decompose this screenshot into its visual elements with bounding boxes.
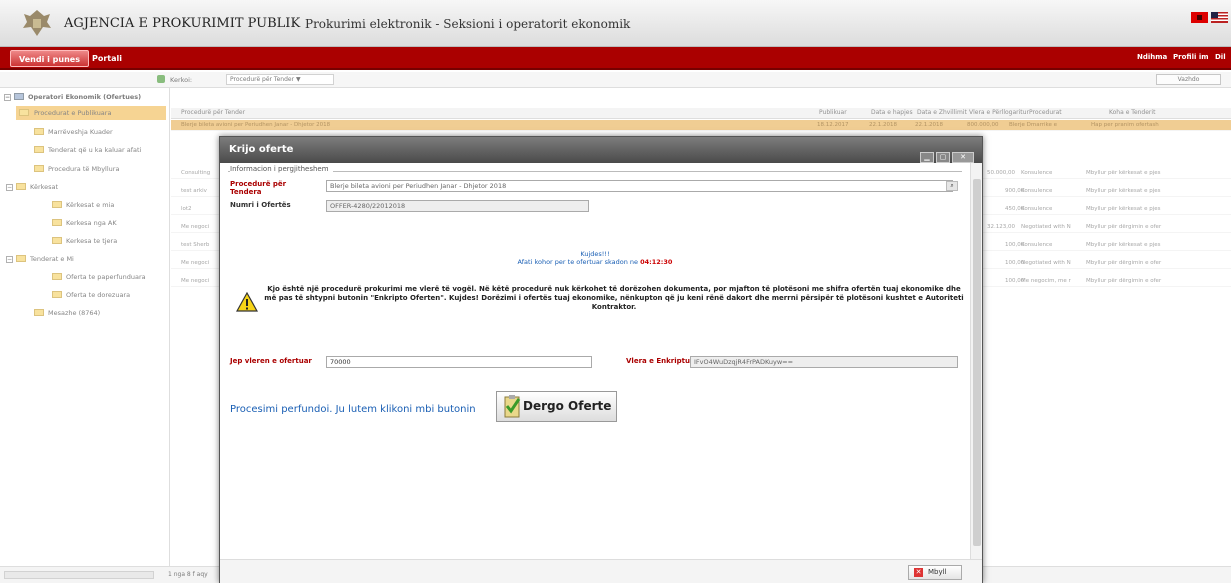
offer-value-label: Jep vleren e ofertuar <box>230 357 312 365</box>
general-info-section: Informacion i pergjitheshem Procedurë pë… <box>228 165 964 559</box>
close-label: Mbyll <box>928 568 947 576</box>
dialog-scrollbar[interactable] <box>970 163 982 559</box>
dialog-footer: ✕ Mbyll <box>220 559 982 583</box>
offer-value-input[interactable]: 70000 <box>326 356 592 368</box>
scroll-thumb[interactable] <box>973 179 981 546</box>
warning-icon <box>236 292 258 312</box>
close-button[interactable]: ✕ Mbyll <box>908 565 962 580</box>
tab-portali[interactable]: Portali <box>84 50 130 67</box>
logout-link[interactable]: Dil <box>1215 53 1226 61</box>
notice-text: Kjo është një procedurë prokurimi me vle… <box>264 285 964 311</box>
procedure-label: Procedurë për Tendera <box>230 180 287 196</box>
minimize-icon[interactable]: ▁ <box>920 152 934 163</box>
deadline-line: Afati kohor per te ofertuar skadon ne 04… <box>228 258 962 266</box>
dialog-title: Krijo oferte <box>229 144 294 155</box>
agency-title: AGJENCIA E PROKURIMIT PUBLIK <box>64 16 301 31</box>
app-header: AGJENCIA E PROKURIMIT PUBLIK Prokurimi e… <box>0 0 1231 47</box>
main-navbar: Vendi i punes Portali Ndihma Profili im … <box>0 47 1231 70</box>
maximize-icon[interactable]: ▢ <box>936 152 950 163</box>
process-text: Procesimi perfundoi. Ju lutem klikoni mb… <box>230 404 476 415</box>
english-flag-icon[interactable] <box>1211 12 1228 23</box>
deadline-time: 04:12:30 <box>640 258 673 266</box>
profile-link[interactable]: Profili im <box>1173 53 1209 61</box>
session-title: Prokurimi elektronik - Seksioni i operat… <box>305 17 631 31</box>
procedure-field[interactable]: Blerje bileta avioni per Periudhen Janar… <box>326 180 953 192</box>
dialog-body: Informacion i pergjitheshem Procedurë pë… <box>220 163 982 559</box>
warning-title: Kujdes!!! <box>580 250 610 258</box>
albanian-flag-icon[interactable] <box>1191 12 1208 23</box>
dialog-titlebar[interactable]: Krijo oferte ▁ ▢ ✕ <box>220 137 982 163</box>
section-title: Informacion i pergjitheshem <box>230 165 333 173</box>
help-link[interactable]: Ndihma <box>1137 53 1167 61</box>
encrypted-value-field: IFvO4WuDzqjR4FrPADKuyw== <box>690 356 958 368</box>
tab-vendi-i-punes[interactable]: Vendi i punes <box>10 50 89 67</box>
deadline-text: Afati kohor per te ofertuar skadon ne <box>517 258 639 266</box>
send-offer-button[interactable]: Dergo Oferte <box>496 391 617 422</box>
create-offer-dialog: Krijo oferte ▁ ▢ ✕ Informacion i pergjithe… <box>219 136 983 583</box>
clipboard-check-icon <box>504 395 521 418</box>
encrypted-label: Vlera e Enkriptuar <box>626 357 699 365</box>
coat-of-arms-logo <box>23 10 51 36</box>
search-icon[interactable]: ⌕ <box>946 181 958 191</box>
offer-number-field: OFFER-4280/22012018 <box>326 200 589 212</box>
send-offer-label: Dergo Oferte <box>523 399 612 413</box>
offer-number-label: Numri i Ofertës <box>230 201 291 209</box>
close-icon[interactable]: ✕ <box>952 152 974 163</box>
close-icon: ✕ <box>914 568 923 577</box>
